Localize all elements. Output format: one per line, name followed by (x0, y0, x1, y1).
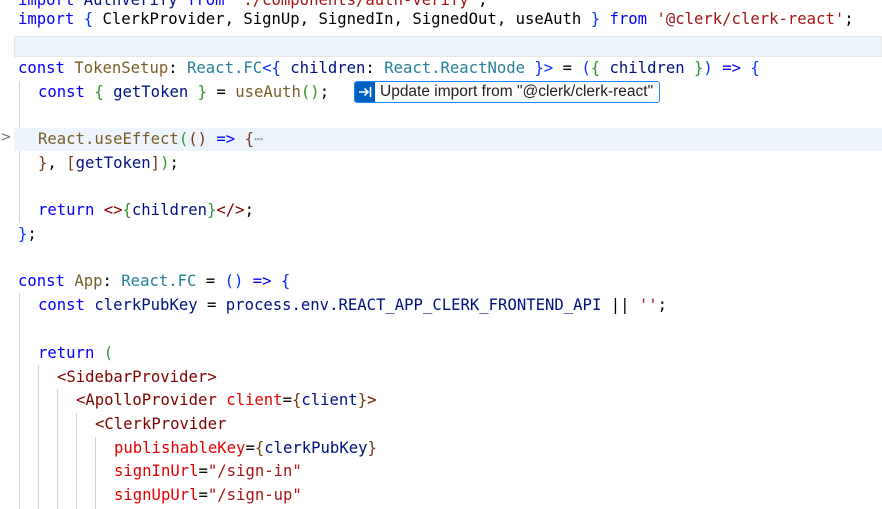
jsx-attribute: signInUrl (114, 462, 199, 480)
identifier: getToken (75, 154, 151, 172)
jsx-attribute: signUpUrl (114, 486, 199, 504)
code-line[interactable]: const { getToken } = useAuth(); (38, 81, 329, 104)
import-specifiers: ClerkProvider, SignUp, SignedIn, SignedO… (102, 10, 582, 28)
current-line[interactable] (14, 36, 882, 57)
quick-fix-button[interactable]: Update import from "@clerk/clerk-react" (354, 81, 661, 103)
indent-guide (76, 413, 77, 509)
string: "/sign-up" (207, 486, 302, 504)
identifier: App (74, 272, 103, 290)
keyword: const (38, 83, 85, 101)
insert-arrow-icon (355, 82, 375, 102)
code-line[interactable]: }, [getToken]); (38, 152, 179, 175)
code-line[interactable]: <ClerkProvider (95, 413, 226, 436)
editor-gutter (0, 0, 14, 509)
identifier: getToken (113, 83, 189, 101)
code-line[interactable]: publishableKey={clerkPubKey} (114, 437, 377, 460)
fold-collapsed-icon[interactable]: > (0, 130, 12, 145)
identifier: TokenSetup (74, 59, 169, 77)
jsx-attribute: publishableKey (114, 439, 246, 457)
function-call: useAuth (235, 83, 301, 101)
type: React.FC (187, 59, 263, 77)
identifier: children (131, 201, 208, 219)
jsx-tag: ApolloProvider (85, 391, 217, 409)
identifier: clerkPubKey (94, 296, 198, 314)
keyword: const (18, 59, 65, 77)
keyword: import (18, 10, 75, 28)
indent-guide (57, 389, 58, 509)
string: '@clerk/clerk-react' (656, 10, 845, 28)
string: "/sign-in" (207, 462, 302, 480)
quick-fix-label: Update import from "@clerk/clerk-react" (380, 83, 654, 100)
indent-guide (38, 365, 39, 509)
code-line[interactable]: }; (18, 223, 37, 246)
code-line[interactable]: return ( (38, 342, 113, 365)
keyword: return (38, 201, 95, 219)
identifier: process.env.REACT_APP_CLERK_FRONTEND_API (225, 296, 602, 314)
function-call: React.useEffect (38, 130, 179, 148)
keyword: const (18, 272, 65, 290)
fold-ellipsis[interactable]: ⋯ (254, 130, 263, 148)
code-line[interactable]: const App: React.FC = () => { (18, 270, 290, 293)
code-line[interactable]: const TokenSetup: React.FC<{ children: R… (18, 57, 760, 80)
string: '' (638, 296, 658, 314)
keyword: from (609, 10, 648, 28)
indent-guide (95, 437, 96, 509)
keyword: return (38, 344, 95, 362)
identifier: client (301, 391, 358, 409)
type: React.FC (121, 272, 197, 290)
folded-code-line[interactable]: React.useEffect(() => {⋯ (14, 128, 882, 151)
code-line[interactable]: const clerkPubKey = process.env.REACT_AP… (38, 294, 667, 317)
code-line[interactable]: signInUrl="/sign-in" (114, 460, 302, 483)
jsx-tag: SidebarProvider (66, 368, 208, 386)
code-line[interactable]: <SidebarProvider> (57, 366, 217, 389)
code-line[interactable]: import { ClerkProvider, SignUp, SignedIn… (18, 8, 854, 31)
keyword: const (38, 296, 85, 314)
indent-guide (19, 293, 20, 509)
parameter: children (290, 59, 366, 77)
code-line[interactable]: signUpUrl="/sign-up" (114, 484, 302, 507)
punctuation: ; (844, 10, 854, 28)
identifier: clerkPubKey (264, 439, 368, 457)
type: React.ReactNode (384, 59, 526, 77)
jsx-tag: ClerkProvider (104, 415, 227, 433)
code-editor[interactable]: > import AuthVerify from './components/a… (0, 0, 882, 509)
code-line[interactable]: return <>{children}</>; (38, 199, 254, 222)
code-line[interactable]: <ApolloProvider client={client}> (76, 389, 376, 412)
indent-guide (19, 81, 20, 223)
parameter: children (609, 59, 685, 77)
jsx-attribute: client (226, 391, 283, 409)
